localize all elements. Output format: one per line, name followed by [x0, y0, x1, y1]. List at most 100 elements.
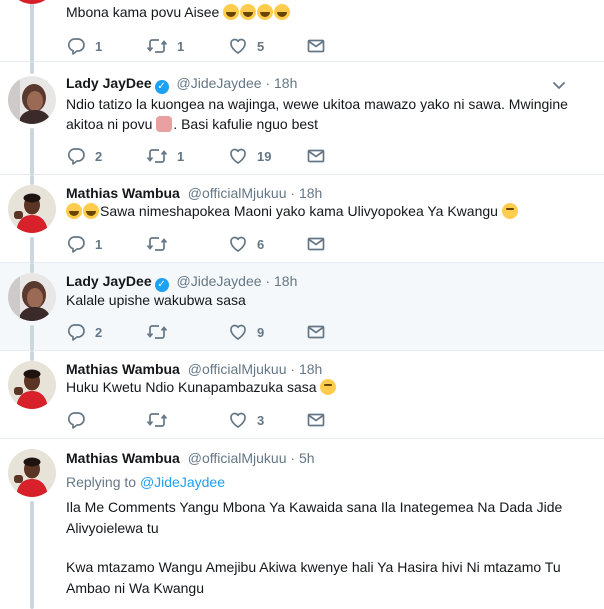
timestamp[interactable]: 18h [299, 361, 322, 377]
timestamp[interactable]: 18h [274, 75, 297, 91]
like-button[interactable]: 9 [228, 322, 264, 342]
reply-button[interactable]: 1 [66, 36, 102, 56]
tweet[interactable]: Mathias Wambua @officialMjukuu · 5h Repl… [0, 439, 604, 609]
reply-icon [66, 322, 86, 342]
like-count: 5 [257, 38, 265, 54]
reply-icon [66, 146, 86, 166]
retweet-button[interactable]: 1 [146, 146, 184, 166]
thread-line [30, 0, 34, 62]
direct-message-button[interactable] [306, 410, 326, 430]
tweet-text-paragraph: Kwa mtazamo Wangu Amejibu Akiwa kwenye h… [66, 557, 566, 599]
retweet-button[interactable] [146, 322, 177, 342]
retweet-button[interactable]: 1 [146, 36, 184, 56]
thread-line [30, 128, 34, 175]
avatar[interactable] [8, 185, 56, 233]
tweet-text-content: Kalale upishe wakubwa sasa [66, 292, 246, 308]
retweet-button[interactable] [146, 410, 177, 430]
face-with-tears-of-joy-icon [274, 4, 291, 20]
person-gesturing-icon [156, 116, 173, 132]
separator: · [265, 273, 271, 289]
display-name[interactable]: Mathias Wambua [66, 450, 180, 466]
tweet[interactable]: Mbona kama povu Aisee 1 1 5 [0, 0, 604, 62]
direct-message-button[interactable] [306, 146, 326, 166]
like-count: 19 [257, 148, 272, 164]
heart-icon [228, 410, 248, 430]
tweet-header: Lady JayDee ✓ @JideJaydee · 18h [66, 272, 297, 292]
avatar[interactable] [8, 0, 56, 4]
envelope-icon [306, 36, 326, 56]
display-name[interactable]: Lady JayDee [66, 75, 152, 91]
tweet-header: Mathias Wambua @officialMjukuu · 5h [66, 449, 315, 467]
like-button[interactable]: 5 [228, 36, 264, 56]
username[interactable]: @officialMjukuu [188, 361, 287, 377]
reply-button[interactable]: 2 [66, 322, 102, 342]
thread-line [30, 237, 34, 263]
separator: · [290, 450, 296, 466]
face-with-tears-of-joy-icon [240, 4, 257, 20]
heart-icon [228, 234, 248, 254]
reply-count: 2 [95, 324, 103, 340]
avatar[interactable] [8, 273, 56, 321]
timestamp[interactable]: 5h [299, 450, 315, 466]
display-name[interactable]: Mathias Wambua [66, 185, 180, 201]
like-button[interactable]: 19 [228, 146, 271, 166]
envelope-icon [306, 322, 326, 342]
reply-icon [66, 36, 86, 56]
replying-to-context: Replying to @JideJaydee [66, 473, 225, 491]
avatar[interactable] [8, 361, 56, 409]
retweet-icon [146, 234, 168, 254]
like-button[interactable]: 6 [228, 234, 264, 254]
tweet-text: Sawa nimeshapokea Maoni yako kama Ulivyo… [66, 201, 586, 221]
reply-count: 1 [95, 236, 103, 252]
face-with-tears-of-joy-icon [83, 203, 99, 219]
like-count: 6 [257, 236, 265, 252]
tweet-text: Kalale upishe wakubwa sasa [66, 290, 586, 310]
timestamp[interactable]: 18h [274, 273, 297, 289]
thread-line [30, 501, 34, 609]
display-name[interactable]: Mathias Wambua [66, 361, 180, 377]
tweet[interactable]: Mathias Wambua @officialMjukuu · 18h Huk… [0, 351, 604, 439]
reply-icon [66, 410, 86, 430]
direct-message-button[interactable] [306, 234, 326, 254]
direct-message-button[interactable] [306, 322, 326, 342]
thinking-face-icon [501, 203, 518, 219]
username[interactable]: @JideJaydee [177, 273, 262, 289]
tweet[interactable]: Lady JayDee ✓ @JideJaydee · 18h Kalale up… [0, 263, 604, 351]
thread-line [30, 175, 34, 185]
reply-icon [66, 234, 86, 254]
thinking-face-icon [320, 379, 337, 395]
username[interactable]: @officialMjukuu [188, 185, 287, 201]
tweet-text: Mbona kama povu Aisee [66, 2, 586, 22]
tweet[interactable]: Lady JayDee ✓ @JideJaydee · 18h Ndio tati… [0, 62, 604, 175]
replying-to-mention[interactable]: @JideJaydee [140, 474, 225, 490]
thread-line [30, 351, 34, 361]
thread-line [30, 62, 34, 74]
direct-message-button[interactable] [306, 36, 326, 56]
username[interactable]: @JideJaydee [177, 75, 262, 91]
reply-count: 1 [95, 38, 103, 54]
heart-icon [228, 36, 248, 56]
tweet-text-content: Ila Me Comments Yangu Mbona Ya Kawaida s… [66, 499, 563, 536]
face-with-tears-of-joy-icon [223, 4, 240, 20]
username[interactable]: @officialMjukuu [188, 450, 287, 466]
chevron-down-icon[interactable] [550, 76, 568, 94]
retweet-count: 1 [177, 38, 185, 54]
retweet-button[interactable] [146, 234, 177, 254]
avatar[interactable] [8, 449, 56, 497]
timestamp[interactable]: 18h [299, 185, 322, 201]
tweet-text: Huku Kwetu Ndio Kunapambazuka sasa [66, 377, 586, 397]
reply-button[interactable]: 2 [66, 146, 102, 166]
like-button[interactable]: 3 [228, 410, 264, 430]
retweet-icon [146, 146, 168, 166]
tweet[interactable]: Mathias Wambua @officialMjukuu · 18h Saw… [0, 175, 604, 263]
retweet-count: 1 [177, 148, 185, 164]
display-name[interactable]: Lady JayDee [66, 273, 152, 289]
separator: · [290, 361, 296, 377]
reply-button[interactable] [66, 410, 95, 430]
like-count: 3 [257, 412, 265, 428]
like-count: 9 [257, 324, 265, 340]
heart-icon [228, 146, 248, 166]
retweet-icon [146, 410, 168, 430]
reply-button[interactable]: 1 [66, 234, 102, 254]
avatar[interactable] [8, 76, 56, 124]
